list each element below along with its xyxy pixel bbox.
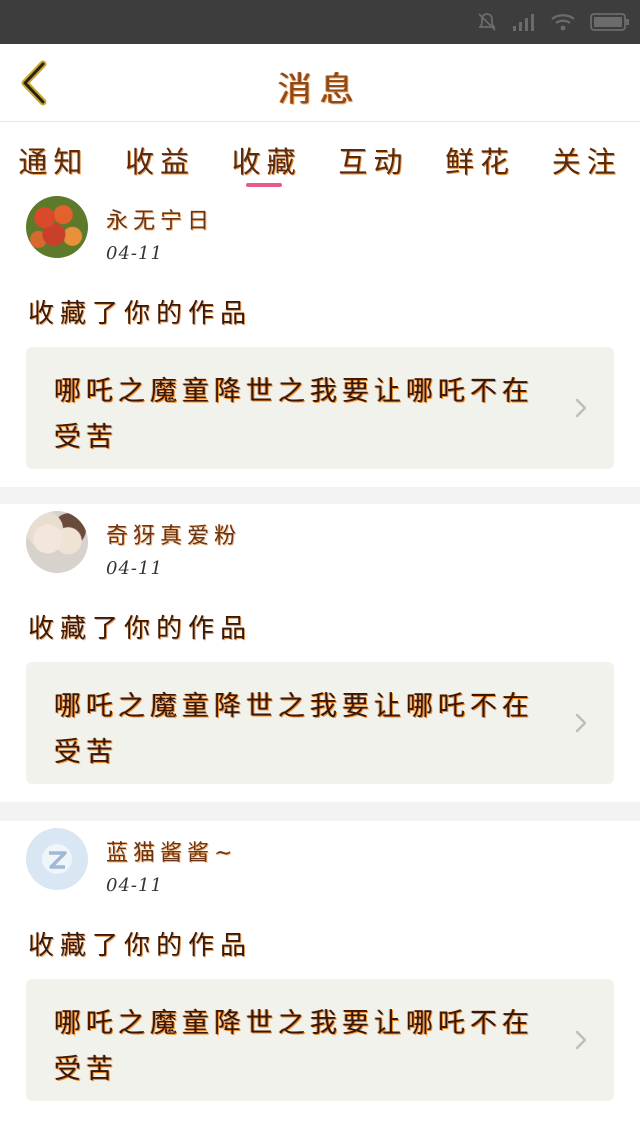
- work-title: 哪吒之魔童降世之我要让哪吒不在受苦: [54, 376, 534, 453]
- tab-notifications[interactable]: 通知: [0, 123, 107, 189]
- tab-follows[interactable]: 关注: [533, 123, 640, 189]
- avatar[interactable]: [26, 828, 88, 890]
- page-title: 消息: [278, 70, 362, 110]
- username[interactable]: 奇犽真爱粉: [106, 518, 241, 550]
- action-text: 收藏了你的作品: [28, 614, 253, 644]
- timestamp: 04-11: [106, 875, 163, 896]
- divider: [0, 487, 640, 504]
- tab-flowers[interactable]: 鲜花: [427, 123, 534, 189]
- tab-favorites-label: 收藏: [231, 145, 302, 179]
- chevron-right-icon: [575, 1030, 587, 1050]
- username[interactable]: 永无宁日: [106, 203, 214, 235]
- username[interactable]: 蓝猫酱酱~: [106, 835, 237, 867]
- list-item: 永无宁日 04-11 收藏了你的作品 哪吒之魔童降世之我要让哪吒不在受苦: [0, 189, 640, 487]
- list-item: 奇犽真爱粉 04-11 收藏了你的作品 哪吒之魔童降世之我要让哪吒不在受苦: [0, 504, 640, 802]
- work-title: 哪吒之魔童降世之我要让哪吒不在受苦: [54, 691, 534, 768]
- avatar[interactable]: [26, 511, 88, 573]
- chevron-right-icon: [575, 398, 587, 418]
- tab-earnings[interactable]: 收益: [107, 123, 214, 189]
- favorites-feed: 永无宁日 04-11 收藏了你的作品 哪吒之魔童降世之我要让哪吒不在受苦 奇犽真…: [0, 189, 640, 1119]
- tab-favorites[interactable]: 收藏: [213, 123, 320, 189]
- work-card[interactable]: 哪吒之魔童降世之我要让哪吒不在受苦: [26, 347, 614, 469]
- timestamp: 04-11: [106, 558, 163, 579]
- battery-icon: [590, 13, 629, 31]
- mute-bell-icon: [478, 13, 496, 31]
- work-card[interactable]: 哪吒之魔童降世之我要让哪吒不在受苦: [26, 979, 614, 1101]
- work-title: 哪吒之魔童降世之我要让哪吒不在受苦: [54, 1008, 534, 1085]
- timestamp: 04-11: [106, 243, 163, 264]
- divider: [0, 802, 640, 821]
- list-item: 蓝猫酱酱~ 04-11 收藏了你的作品 哪吒之魔童降世之我要让哪吒不在受苦: [0, 821, 640, 1119]
- action-text: 收藏了你的作品: [28, 931, 253, 961]
- work-card[interactable]: 哪吒之魔童降世之我要让哪吒不在受苦: [26, 662, 614, 784]
- default-avatar-icon: [42, 844, 72, 874]
- wifi-icon: [551, 14, 575, 31]
- nav-header: 消息: [0, 44, 640, 122]
- status-bar: [0, 0, 640, 44]
- chevron-right-icon: [575, 713, 587, 733]
- tab-interactions[interactable]: 互动: [320, 123, 427, 189]
- tab-bar: 通知 收益 收藏 互动 鲜花 关注: [0, 123, 640, 189]
- action-text: 收藏了你的作品: [28, 299, 253, 329]
- status-icons: [476, 11, 630, 33]
- signal-icon: [513, 14, 534, 31]
- active-tab-indicator: [245, 183, 282, 187]
- avatar[interactable]: [26, 196, 88, 258]
